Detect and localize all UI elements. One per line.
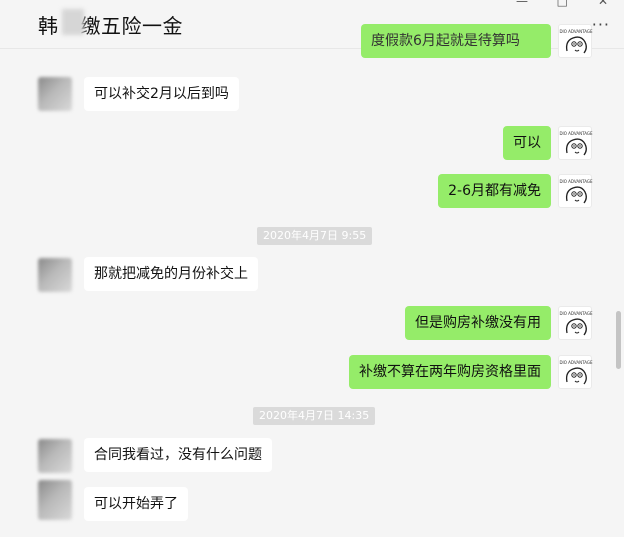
message-row: 可以补交2月以后到吗 [0, 75, 612, 111]
message-row: 合同我看过，没有什么问题 [0, 437, 612, 473]
message-row: 可以开始弄了 [0, 480, 612, 522]
minimize-button[interactable]: — [516, 0, 528, 8]
svg-text:DIO ADVANTAGE: DIO ADVANTAGE [559, 179, 593, 184]
svg-text:DIO ADVANTAGE: DIO ADVANTAGE [559, 131, 593, 136]
sticker-avatar-icon: DIO ADVANTAGE [559, 131, 593, 156]
message-bubble-outgoing[interactable]: 度假款6月起就是待算吗 [361, 24, 551, 58]
sticker-avatar-icon: DIO ADVANTAGE [559, 311, 593, 336]
message-bubble-outgoing[interactable]: 但是购房补缴没有用 [405, 306, 551, 340]
message-bubble-incoming[interactable]: 合同我看过，没有什么问题 [84, 438, 272, 472]
self-avatar[interactable]: DIO ADVANTAGE [558, 24, 593, 58]
message-bubble-incoming[interactable]: 可以补交2月以后到吗 [84, 77, 239, 111]
timestamp-divider: 2020年4月7日 9:55 [257, 227, 373, 245]
chat-message-area[interactable]: 度假款6月起就是待算吗 DIO ADVANTAGE 可以补交2月以后到吗 可以 [0, 24, 624, 537]
message-bubble-outgoing[interactable]: 可以 [503, 126, 551, 160]
message-row: 但是购房补缴没有用 DIO ADVANTAGE [0, 306, 612, 342]
self-avatar[interactable]: DIO ADVANTAGE [558, 355, 593, 389]
message-row: 那就把减免的月份补交上 [0, 256, 612, 292]
message-row: 补缴不算在两年购房资格里面 DIO ADVANTAGE [0, 355, 612, 391]
self-avatar[interactable]: DIO ADVANTAGE [558, 174, 593, 208]
message-row: 可以 DIO ADVANTAGE [0, 126, 612, 162]
svg-text:DIO ADVANTAGE: DIO ADVANTAGE [559, 29, 593, 34]
contact-avatar[interactable] [38, 258, 72, 292]
message-row: 2-6月都有减免 DIO ADVANTAGE [0, 174, 612, 210]
chat-window: 韩缴五险一金 — □ ✕ ··· 度假款6月起就是待算吗 DIO ADVANTA… [0, 0, 624, 537]
sticker-avatar-icon: DIO ADVANTAGE [559, 360, 593, 385]
contact-avatar[interactable] [38, 77, 72, 111]
timestamp-divider: 2020年4月7日 14:35 [253, 407, 376, 425]
chat-scrollbar[interactable] [616, 311, 621, 369]
self-avatar[interactable]: DIO ADVANTAGE [558, 306, 593, 340]
svg-text:DIO ADVANTAGE: DIO ADVANTAGE [559, 311, 593, 316]
sticker-avatar-icon: DIO ADVANTAGE [559, 179, 593, 204]
contact-avatar[interactable] [38, 439, 72, 473]
message-bubble-incoming[interactable]: 可以开始弄了 [84, 487, 188, 521]
message-bubble-outgoing[interactable]: 2-6月都有减免 [438, 174, 551, 208]
maximize-button[interactable]: □ [557, 0, 568, 8]
self-avatar[interactable]: DIO ADVANTAGE [558, 126, 593, 160]
sticker-avatar-icon: DIO ADVANTAGE [559, 29, 593, 54]
message-row-partial: 度假款6月起就是待算吗 DIO ADVANTAGE [0, 24, 612, 60]
contact-avatar[interactable] [38, 480, 72, 520]
message-bubble-outgoing[interactable]: 补缴不算在两年购房资格里面 [349, 355, 551, 389]
message-bubble-incoming[interactable]: 那就把减免的月份补交上 [84, 257, 258, 291]
close-button[interactable]: ✕ [598, 0, 608, 8]
svg-text:DIO ADVANTAGE: DIO ADVANTAGE [559, 360, 593, 365]
